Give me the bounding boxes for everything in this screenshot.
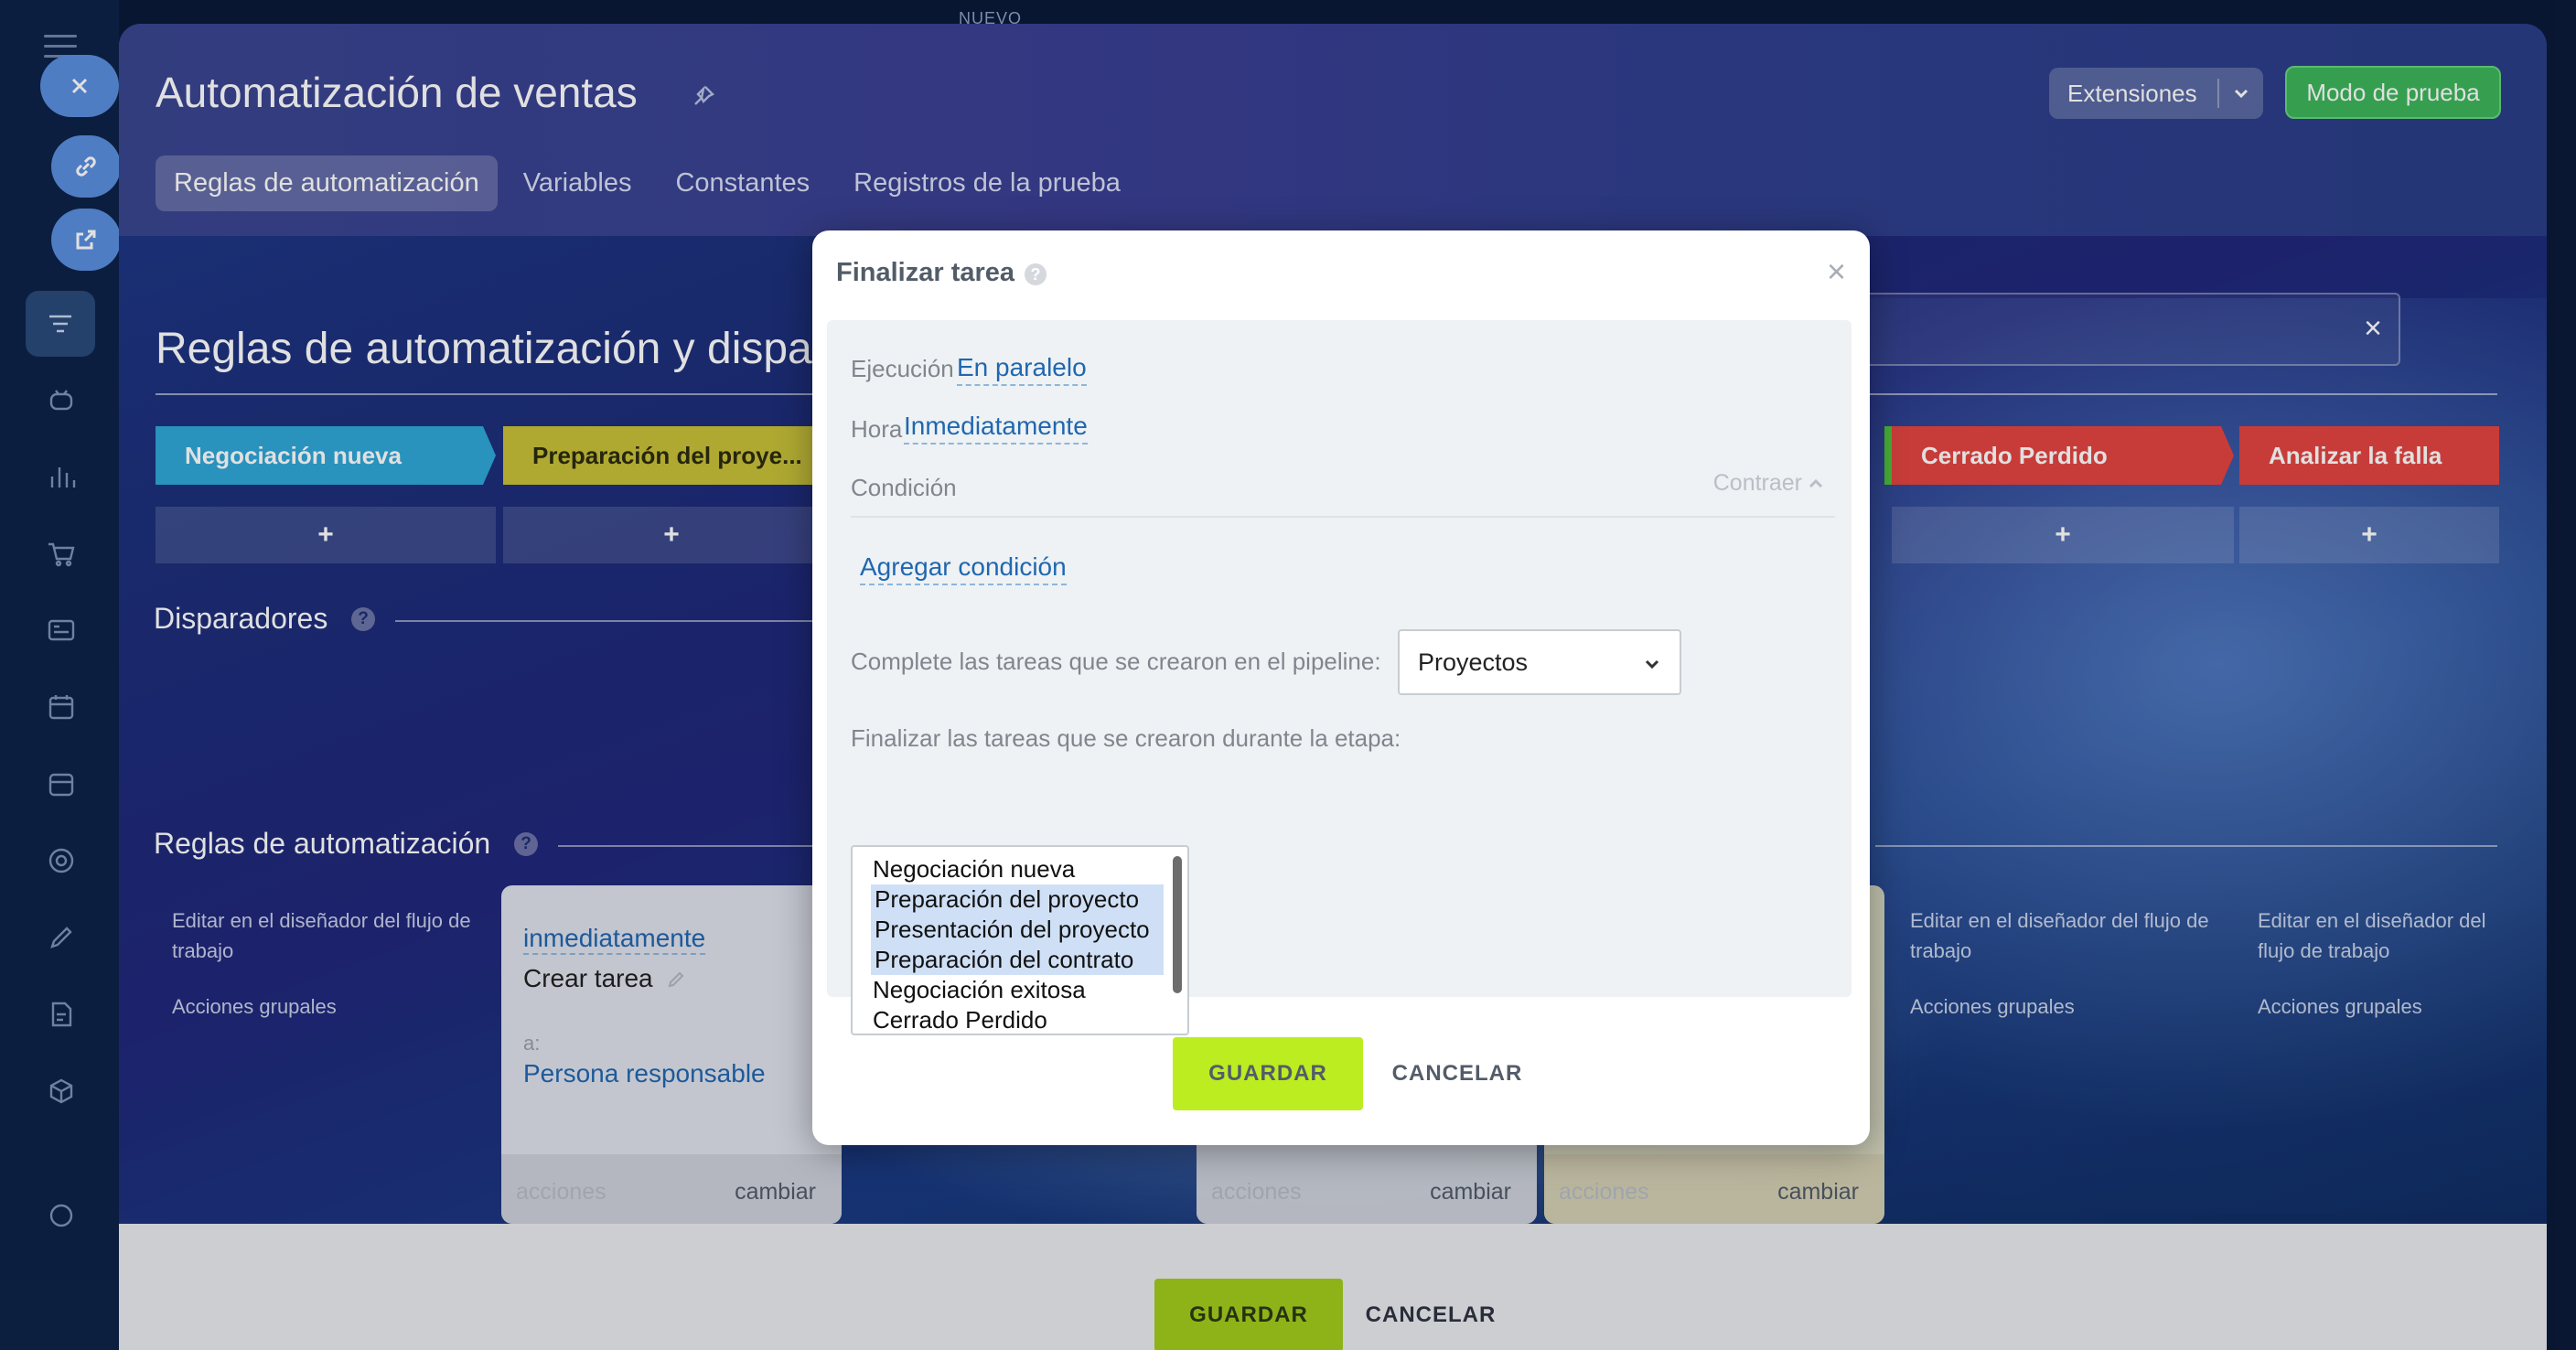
chevron-down-icon bbox=[1641, 653, 1663, 675]
condition-label: Condición bbox=[851, 474, 957, 501]
dialog-cancel-button[interactable]: CANCELAR bbox=[1379, 1037, 1535, 1110]
time-label: Hora bbox=[851, 415, 903, 443]
stage-label: Finalizar las tareas que se crearon dura… bbox=[851, 724, 1401, 752]
dialog-body: Ejecución En paralelo Hora Inmediatament… bbox=[827, 320, 1852, 1035]
stage-multiselect[interactable]: Negociación nueva Preparación del proyec… bbox=[851, 845, 1189, 1035]
stage-option-selected[interactable]: Presentación del proyecto bbox=[871, 915, 1164, 945]
stage-option-selected[interactable]: Preparación del contrato bbox=[871, 945, 1164, 975]
stage-option[interactable]: Negociación nueva bbox=[853, 854, 1158, 884]
pipeline-selected-value: Proyectos bbox=[1418, 648, 1529, 676]
pipeline-label: Complete las tareas que se crearon en el… bbox=[851, 648, 1381, 675]
close-icon[interactable]: × bbox=[1827, 252, 1846, 291]
execution-mode-link[interactable]: En paralelo bbox=[957, 353, 1087, 386]
pipeline-select[interactable]: Proyectos bbox=[1398, 629, 1681, 695]
list-scrollbar[interactable] bbox=[1173, 856, 1182, 993]
stage-option[interactable]: Cerrado Perdido bbox=[853, 1005, 1158, 1034]
chevron-up-icon[interactable] bbox=[1806, 474, 1826, 494]
stage-option-selected[interactable]: Preparación del proyecto bbox=[871, 884, 1164, 915]
add-condition-link[interactable]: Agregar condición bbox=[860, 552, 1067, 585]
stage-option[interactable]: Negociación exitosa bbox=[853, 975, 1158, 1005]
dialog-help-icon[interactable]: ? bbox=[1025, 263, 1046, 285]
dialog-save-button[interactable]: GUARDAR bbox=[1173, 1037, 1363, 1110]
execution-label: Ejecución bbox=[851, 355, 954, 382]
dialog-title: Finalizar tarea bbox=[836, 258, 1015, 287]
condition-divider bbox=[851, 516, 1835, 518]
finalize-task-dialog: Finalizar tarea ? × Ejecución En paralel… bbox=[812, 230, 1870, 1145]
time-value-link[interactable]: Inmediatamente bbox=[904, 412, 1088, 445]
collapse-link[interactable]: Contraer bbox=[1713, 470, 1802, 497]
